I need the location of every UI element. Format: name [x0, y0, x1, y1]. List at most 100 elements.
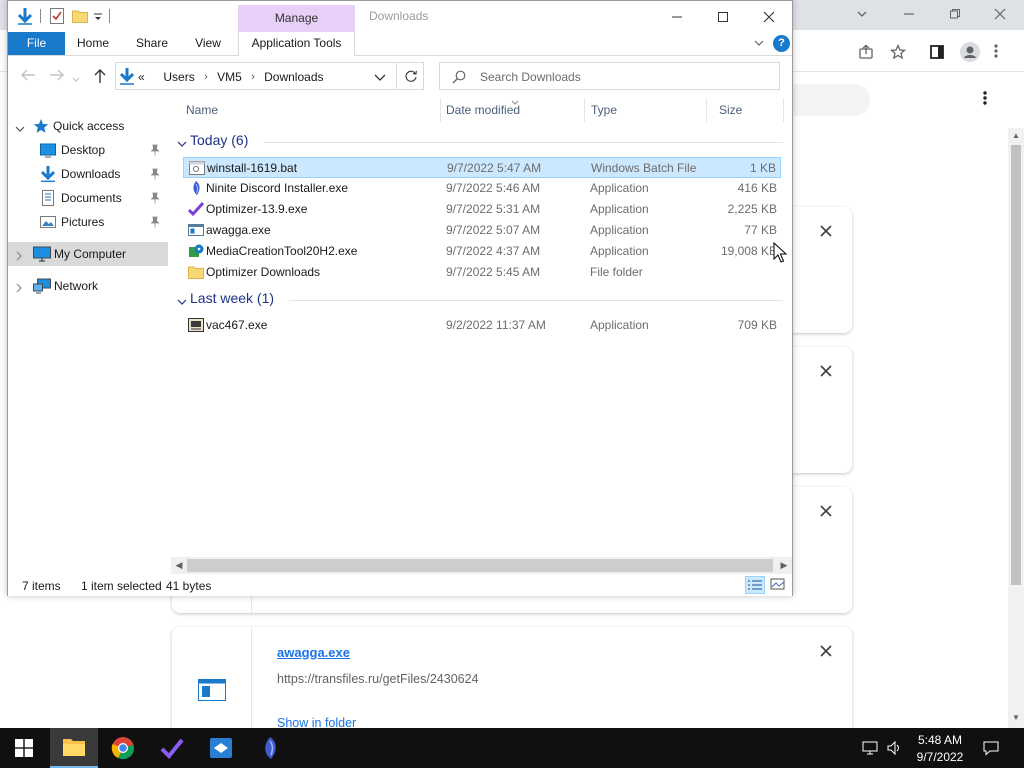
share-icon[interactable]: [858, 44, 874, 60]
file-row-ninite[interactable]: Ninite Discord Installer.exe 9/7/2022 5:…: [183, 178, 781, 199]
tab-search-chevron-icon[interactable]: [856, 8, 870, 20]
file-row-optimizer-downloads[interactable]: Optimizer Downloads 9/7/2022 5:45 AM Fil…: [183, 262, 781, 283]
network-tray-icon[interactable]: [862, 740, 878, 756]
title-bar[interactable]: Manage Downloads: [8, 1, 792, 32]
column-header-type[interactable]: Type: [591, 103, 617, 117]
breadcrumb-separator-icon[interactable]: ›: [204, 71, 208, 83]
breadcrumb-overflow[interactable]: «: [138, 70, 145, 84]
nav-downloads[interactable]: Downloads: [8, 162, 168, 186]
tab-home[interactable]: Home: [70, 32, 116, 55]
up-arrow-icon[interactable]: [93, 68, 111, 86]
nav-quick-access[interactable]: Quick access: [8, 114, 168, 138]
browser-minimize-icon[interactable]: [903, 8, 917, 20]
navigation-bar: « Users › VM5 › Downloads Search Downloa…: [8, 56, 792, 96]
download-file-name[interactable]: awagga.exe: [277, 645, 350, 660]
scroll-left-icon[interactable]: ◀: [174, 560, 184, 570]
bookmark-star-icon[interactable]: [890, 44, 906, 60]
file-row-winstall[interactable]: winstall-1619.bat 9/7/2022 5:47 AM Windo…: [183, 157, 781, 178]
download-card-awagga: awagga.exe https://transfiles.ru/getFile…: [172, 627, 852, 737]
nav-desktop[interactable]: Desktop: [8, 138, 168, 162]
browser-menu-icon[interactable]: [993, 43, 999, 59]
profile-avatar-icon[interactable]: [960, 42, 980, 62]
more-actions-icon[interactable]: [982, 90, 998, 110]
address-bar[interactable]: « Users › VM5 › Downloads: [115, 62, 397, 90]
breadcrumb-separator-icon[interactable]: ›: [251, 71, 255, 83]
recent-locations-chevron-icon[interactable]: [72, 72, 90, 90]
side-panel-icon[interactable]: [929, 44, 945, 60]
file-row-media-creation-tool[interactable]: MediaCreationTool20H2.exe 9/7/2022 4:37 …: [183, 241, 781, 262]
properties-icon[interactable]: [50, 8, 64, 27]
details-view-button[interactable]: [745, 576, 765, 594]
breadcrumb-users[interactable]: Users: [163, 70, 194, 84]
taskbar-chrome[interactable]: [99, 728, 147, 768]
group-header-today[interactable]: Today (6): [171, 131, 783, 153]
search-placeholder: Search Downloads: [480, 70, 581, 84]
horizontal-scrollbar[interactable]: ◀ ▶: [171, 557, 792, 574]
tab-application-tools[interactable]: Application Tools: [238, 32, 355, 56]
column-headers: Name Date modified Type Size: [171, 96, 792, 124]
tab-share[interactable]: Share: [130, 32, 174, 55]
close-icon[interactable]: [820, 365, 834, 379]
scroll-down-icon[interactable]: ▼: [1010, 713, 1022, 723]
address-dropdown-chevron-icon[interactable]: [374, 72, 386, 82]
nav-pictures[interactable]: Pictures: [8, 210, 168, 234]
notifications-icon[interactable]: [983, 740, 999, 756]
new-folder-icon[interactable]: [72, 9, 88, 26]
pin-icon[interactable]: [150, 216, 160, 228]
nav-my-computer[interactable]: My Computer: [8, 242, 168, 266]
help-icon[interactable]: ?: [773, 35, 790, 52]
start-button[interactable]: [0, 728, 48, 768]
browser-restore-icon[interactable]: [949, 8, 963, 20]
browser-close-icon[interactable]: [994, 8, 1008, 20]
minimize-button[interactable]: [654, 1, 700, 32]
nav-documents[interactable]: Documents: [8, 186, 168, 210]
volume-tray-icon[interactable]: [886, 740, 902, 756]
chevron-down-icon[interactable]: [15, 122, 25, 132]
file-row-vac467[interactable]: vac467.exe 9/2/2022 11:37 AM Application…: [183, 315, 781, 336]
tab-file[interactable]: File: [8, 32, 65, 55]
chevron-right-icon[interactable]: [15, 282, 23, 293]
close-icon[interactable]: [820, 225, 834, 239]
file-row-awagga[interactable]: awagga.exe 9/7/2022 5:07 AM Application …: [183, 220, 781, 241]
nav-network[interactable]: Network: [8, 274, 168, 298]
taskbar-file-explorer[interactable]: [50, 728, 98, 768]
close-button[interactable]: [746, 1, 792, 32]
taskbar-clock-time[interactable]: 5:48 AM: [912, 733, 968, 747]
forward-arrow-icon[interactable]: [49, 68, 67, 86]
page-scrollbar-thumb[interactable]: [1011, 145, 1021, 585]
manage-contextual-tab[interactable]: Manage: [238, 5, 355, 32]
group-header-last-week[interactable]: Last week (1): [171, 289, 783, 311]
back-arrow-icon[interactable]: [20, 68, 38, 86]
qat-customize-icon[interactable]: [94, 11, 102, 25]
file-row-optimizer[interactable]: Optimizer-13.9.exe 9/7/2022 5:31 AM Appl…: [183, 199, 781, 220]
column-header-size[interactable]: Size: [719, 103, 742, 117]
scroll-right-icon[interactable]: ▶: [779, 560, 789, 570]
chevron-down-icon[interactable]: [177, 295, 187, 305]
horizontal-scrollbar-thumb[interactable]: [187, 559, 773, 572]
column-header-date-modified[interactable]: Date modified: [446, 103, 520, 117]
pin-icon[interactable]: [150, 168, 160, 180]
scroll-up-icon[interactable]: ▲: [1010, 131, 1022, 141]
refresh-button[interactable]: [398, 62, 424, 90]
search-input[interactable]: Search Downloads: [439, 62, 780, 90]
large-icons-view-button[interactable]: [768, 576, 788, 594]
tab-view[interactable]: View: [188, 32, 228, 55]
ribbon-expand-chevron-icon[interactable]: [753, 37, 765, 49]
close-icon[interactable]: [820, 505, 834, 519]
taskbar-ninite[interactable]: [246, 728, 294, 768]
pin-icon[interactable]: [150, 144, 160, 156]
search-icon: [452, 70, 466, 87]
taskbar-app-box[interactable]: [197, 728, 245, 768]
breadcrumb-vm5[interactable]: VM5: [217, 70, 242, 84]
breadcrumb-downloads[interactable]: Downloads: [264, 70, 323, 84]
quick-access-toolbar: [16, 7, 126, 27]
pin-icon[interactable]: [150, 192, 160, 204]
close-icon[interactable]: [820, 645, 834, 659]
chevron-down-icon[interactable]: [177, 137, 187, 147]
exe-window-icon: [198, 679, 226, 701]
chevron-right-icon[interactable]: [15, 250, 23, 261]
taskbar-optimizer[interactable]: [148, 728, 196, 768]
column-header-name[interactable]: Name: [186, 103, 218, 117]
taskbar-clock-date[interactable]: 9/7/2022: [912, 750, 968, 764]
maximize-button[interactable]: [700, 1, 746, 32]
